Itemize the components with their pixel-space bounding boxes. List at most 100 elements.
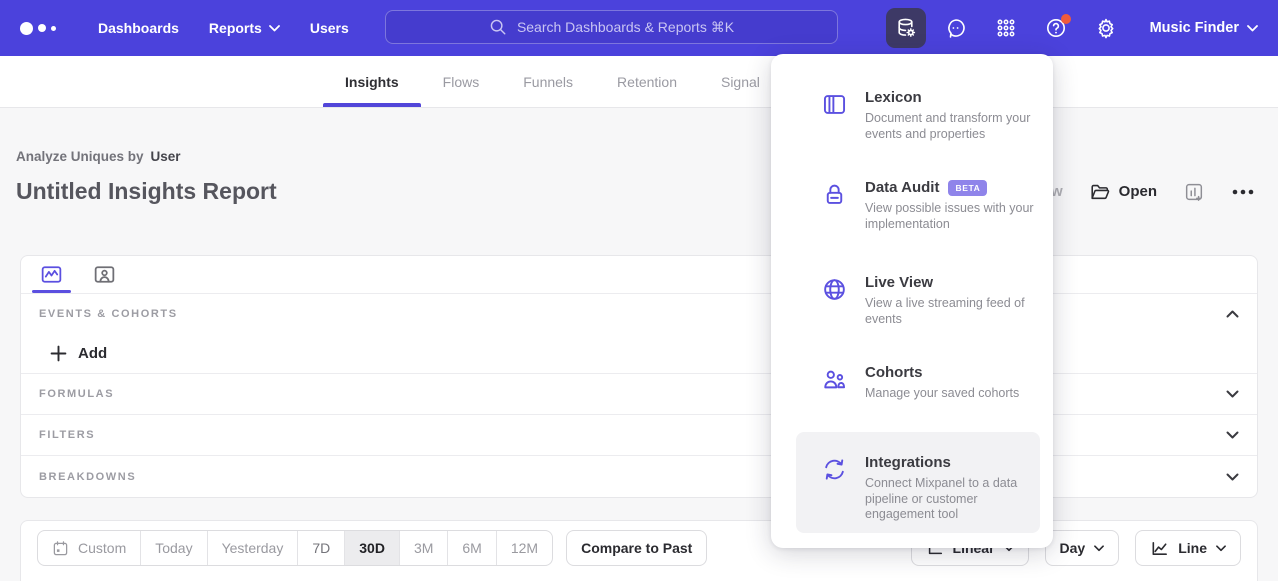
section-formulas[interactable]: FORMULAS <box>21 374 1257 415</box>
feedback-chat-icon[interactable] <box>936 8 976 48</box>
tab-retention[interactable]: Retention <box>595 56 699 107</box>
line-chart-icon <box>1150 539 1169 558</box>
range-yesterday-segment[interactable]: Yesterday <box>208 531 299 565</box>
chevron-down-icon[interactable] <box>1226 431 1239 439</box>
menu-item-title: Cohorts <box>865 364 923 381</box>
calendar-icon <box>52 540 69 557</box>
notification-dot <box>1061 14 1071 24</box>
nav-label: Dashboards <box>98 20 179 36</box>
chart-type-label: Line <box>1178 540 1207 556</box>
tab-label: Signal <box>721 74 760 90</box>
chevron-down-icon <box>1094 545 1104 552</box>
settings-gear-icon[interactable] <box>1086 8 1126 48</box>
add-event-button[interactable]: Add <box>21 334 1257 374</box>
nav-item-reports[interactable]: Reports <box>209 20 280 36</box>
section-events-cohorts[interactable]: EVENTS & COHORTS <box>21 294 1257 334</box>
open-label: Open <box>1119 183 1157 200</box>
menu-item-title: Live View <box>865 274 933 291</box>
tab-label: Insights <box>345 74 399 90</box>
menu-item-lexicon[interactable]: Lexicon Document and transform your even… <box>771 89 1053 142</box>
report-subtitle: Analyze Uniques by User <box>16 149 181 164</box>
search-input[interactable]: Search Dashboards & Reports ⌘K <box>385 10 838 44</box>
section-label: FORMULAS <box>39 388 114 400</box>
project-name: Music Finder <box>1150 20 1239 36</box>
nav-label: Reports <box>209 20 262 36</box>
range-3m-segment[interactable]: 3M <box>400 531 448 565</box>
profiles-person-icon[interactable] <box>88 256 121 293</box>
menu-item-description: View a live streaming feed of events <box>865 296 1045 327</box>
chevron-down-icon <box>269 25 280 32</box>
chevron-up-icon[interactable] <box>1226 310 1239 318</box>
range-label: 7D <box>312 540 330 556</box>
nav-item-dashboards[interactable]: Dashboards <box>98 20 179 36</box>
integrations-sync-icon <box>821 456 848 483</box>
page-title[interactable]: Untitled Insights Report <box>16 178 277 205</box>
menu-item-title: Lexicon <box>865 89 922 106</box>
range-label: Custom <box>78 540 126 556</box>
chevron-down-icon[interactable] <box>1226 473 1239 481</box>
add-label: Add <box>78 345 107 362</box>
chevron-down-icon[interactable] <box>1226 390 1239 398</box>
tab-label: Retention <box>617 74 677 90</box>
chevron-down-icon <box>1247 25 1258 32</box>
menu-item-description: Document and transform your events and p… <box>865 111 1045 142</box>
search-placeholder: Search Dashboards & Reports ⌘K <box>517 19 734 36</box>
data-audit-lock-icon <box>821 181 848 208</box>
section-label: FILTERS <box>39 429 95 441</box>
cohorts-people-icon <box>821 366 848 393</box>
menu-item-integrations[interactable]: Integrations Connect Mixpanel to a data … <box>796 454 1040 523</box>
section-filters[interactable]: FILTERS <box>21 415 1257 456</box>
range-30d-segment[interactable]: 30D <box>345 531 400 565</box>
mixpanel-logo[interactable] <box>20 22 68 35</box>
interval-label: Day <box>1060 540 1086 556</box>
menu-item-live-view[interactable]: Live View View a live streaming feed of … <box>771 274 1053 327</box>
nav-label: Users <box>310 20 349 36</box>
section-breakdowns[interactable]: BREAKDOWNS <box>21 456 1257 497</box>
subtitle-prefix: Analyze Uniques by <box>16 149 144 164</box>
interval-selector[interactable]: Day <box>1045 530 1120 566</box>
tab-flows[interactable]: Flows <box>421 56 502 107</box>
add-to-dashboard-icon[interactable] <box>1183 181 1205 203</box>
range-7d-segment[interactable]: 7D <box>298 531 345 565</box>
data-management-icon[interactable] <box>886 8 926 48</box>
open-report-button[interactable]: Open <box>1089 181 1157 203</box>
range-today-segment[interactable]: Today <box>141 531 207 565</box>
lexicon-book-icon <box>821 91 848 118</box>
query-builder-panel: EVENTS & COHORTS Add FORMULAS FILTERS BR… <box>20 255 1258 498</box>
search-icon <box>489 18 507 36</box>
menu-item-cohorts[interactable]: Cohorts Manage your saved cohorts <box>771 364 1053 402</box>
project-switcher[interactable]: Music Finder <box>1150 20 1258 36</box>
beta-badge: BETA <box>948 180 987 196</box>
insights-chart-icon[interactable] <box>35 256 68 293</box>
date-range-control: Custom Today Yesterday 7D 30D 3M 6M 12M <box>37 530 553 566</box>
menu-item-title: Integrations <box>865 454 951 471</box>
plus-icon <box>50 345 67 362</box>
menu-item-title: Data Audit <box>865 179 939 196</box>
tab-signal[interactable]: Signal <box>699 56 782 107</box>
tab-funnels[interactable]: Funnels <box>501 56 595 107</box>
section-label: EVENTS & COHORTS <box>39 308 178 320</box>
tab-label: Funnels <box>523 74 573 90</box>
report-tabbar: Insights Flows Funnels Retention Signal … <box>0 56 1278 108</box>
data-management-dropdown: Lexicon Document and transform your even… <box>771 54 1053 548</box>
menu-item-description: View possible issues with your implement… <box>865 201 1045 232</box>
more-options-icon[interactable] <box>1231 188 1255 196</box>
folder-open-icon <box>1089 181 1111 203</box>
range-12m-segment[interactable]: 12M <box>497 531 552 565</box>
subtitle-entity[interactable]: User <box>151 149 181 164</box>
top-navigation: Dashboards Reports Users Search Dashboar… <box>0 0 1278 56</box>
tab-insights[interactable]: Insights <box>323 56 421 107</box>
help-icon[interactable] <box>1036 8 1076 48</box>
range-label: 30D <box>359 540 385 556</box>
chart-type-selector[interactable]: Line <box>1135 530 1241 566</box>
compare-to-past-button[interactable]: Compare to Past <box>566 530 707 566</box>
range-label: Yesterday <box>222 540 284 556</box>
range-label: 6M <box>462 540 481 556</box>
range-custom-segment[interactable]: Custom <box>38 531 141 565</box>
range-6m-segment[interactable]: 6M <box>448 531 496 565</box>
menu-item-data-audit[interactable]: Data Audit BETA View possible issues wit… <box>771 179 1053 232</box>
menu-item-integrations-highlight[interactable]: Integrations Connect Mixpanel to a data … <box>796 432 1040 533</box>
nav-item-users[interactable]: Users <box>310 20 349 36</box>
menu-item-description: Manage your saved cohorts <box>865 386 1045 402</box>
apps-grid-icon[interactable] <box>986 8 1026 48</box>
